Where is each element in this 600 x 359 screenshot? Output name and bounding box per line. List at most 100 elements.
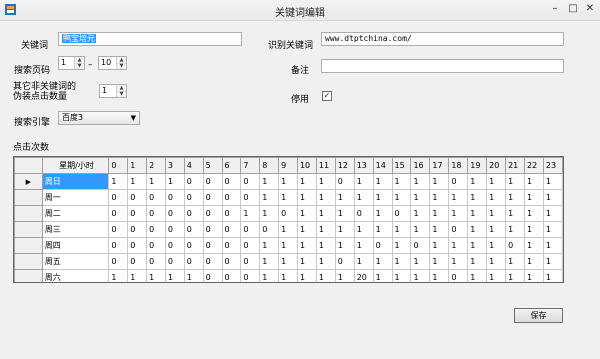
click-count-cell[interactable]: 1 — [353, 189, 374, 206]
click-count-cell[interactable]: 1 — [259, 205, 280, 222]
page-from-stepper[interactable]: 1 ▲ ▼ — [58, 56, 85, 70]
click-count-cell[interactable]: 1 — [278, 221, 298, 238]
click-count-cell[interactable]: 1 — [391, 221, 412, 238]
click-count-cell[interactable]: 1 — [467, 237, 488, 254]
click-count-cell[interactable]: 1 — [410, 189, 431, 206]
click-count-cell[interactable]: 1 — [524, 173, 544, 190]
click-count-cell[interactable]: 1 — [334, 189, 355, 206]
column-header-hour[interactable]: 14 — [372, 157, 393, 174]
column-header-hour[interactable]: 0 — [108, 157, 129, 174]
click-count-cell[interactable]: 1 — [278, 269, 298, 282]
click-count-cell[interactable]: 1 — [486, 173, 507, 190]
click-count-cell[interactable]: 0 — [202, 269, 223, 282]
click-count-cell[interactable]: 0 — [146, 237, 166, 254]
column-header-hour[interactable]: 12 — [334, 157, 355, 174]
click-count-cell[interactable]: 1 — [259, 253, 280, 270]
column-header-hour[interactable]: 11 — [315, 157, 336, 174]
click-count-cell[interactable]: 1 — [542, 253, 563, 270]
close-icon[interactable]: ✕ — [582, 2, 598, 16]
click-count-cell[interactable]: 1 — [296, 221, 317, 238]
click-count-cell[interactable]: 1 — [448, 189, 469, 206]
column-header-hour[interactable]: 23 — [542, 157, 563, 174]
click-count-cell[interactable]: 1 — [486, 237, 507, 254]
click-count-cell[interactable]: 1 — [429, 253, 450, 270]
click-count-cell[interactable]: 1 — [542, 173, 563, 190]
click-count-cell[interactable]: 0 — [183, 221, 204, 238]
click-count-cell[interactable]: 1 — [353, 221, 374, 238]
click-count-cell[interactable]: 0 — [146, 189, 166, 206]
click-count-cell[interactable]: 0 — [240, 253, 261, 270]
click-count-cell[interactable]: 1 — [372, 269, 393, 282]
minimize-icon[interactable]: – — [547, 2, 563, 16]
click-count-cell[interactable]: 1 — [391, 269, 412, 282]
click-count-cell[interactable]: 1 — [183, 269, 204, 282]
click-count-cell[interactable]: 1 — [410, 253, 431, 270]
click-count-cell[interactable]: 0 — [240, 269, 261, 282]
click-count-cell[interactable]: 0 — [505, 237, 525, 254]
column-header-hour[interactable]: 10 — [296, 157, 317, 174]
row-header[interactable] — [14, 253, 43, 270]
click-count-cell[interactable]: 0 — [202, 253, 223, 270]
click-count-cell[interactable]: 0 — [202, 237, 223, 254]
click-count-cell[interactable]: 0 — [353, 205, 374, 222]
click-count-cell[interactable]: 1 — [391, 189, 412, 206]
click-count-cell[interactable]: 1 — [353, 237, 374, 254]
click-count-cell[interactable]: 1 — [315, 205, 336, 222]
click-count-cell[interactable]: 1 — [524, 269, 544, 282]
click-count-cell[interactable]: 0 — [334, 173, 355, 190]
click-count-cell[interactable]: 1 — [486, 253, 507, 270]
click-count-cell[interactable]: 0 — [202, 221, 223, 238]
click-count-cell[interactable]: 1 — [467, 173, 488, 190]
click-count-cell[interactable]: 0 — [108, 237, 129, 254]
day-cell[interactable]: 周日 — [41, 173, 110, 190]
click-count-cell[interactable]: 1 — [524, 189, 544, 206]
click-count-cell[interactable]: 1 — [505, 205, 525, 222]
spin-down-icon[interactable]: ▼ — [117, 91, 126, 97]
column-header-hour[interactable]: 7 — [240, 157, 261, 174]
column-header-hour[interactable]: 22 — [524, 157, 544, 174]
day-cell[interactable]: 周六 — [41, 269, 110, 282]
click-count-cell[interactable]: 0 — [240, 189, 261, 206]
click-count-cell[interactable]: 1 — [127, 269, 148, 282]
click-count-cell[interactable]: 0 — [391, 205, 412, 222]
click-count-cell[interactable]: 0 — [127, 253, 148, 270]
click-count-cell[interactable]: 1 — [315, 173, 336, 190]
click-count-cell[interactable]: 1 — [334, 237, 355, 254]
click-count-cell[interactable]: 1 — [524, 205, 544, 222]
click-count-cell[interactable]: 0 — [240, 173, 261, 190]
day-cell[interactable]: 周五 — [41, 253, 110, 270]
click-count-cell[interactable]: 1 — [296, 253, 317, 270]
column-header-hour[interactable]: 18 — [448, 157, 469, 174]
click-count-cell[interactable]: 1 — [524, 253, 544, 270]
click-count-cell[interactable]: 1 — [372, 189, 393, 206]
click-count-cell[interactable]: 1 — [391, 237, 412, 254]
click-count-cell[interactable]: 1 — [315, 269, 336, 282]
click-count-cell[interactable]: 0 — [372, 237, 393, 254]
click-count-cell[interactable]: 0 — [108, 221, 129, 238]
day-cell[interactable]: 周四 — [41, 237, 110, 254]
click-count-cell[interactable]: 1 — [429, 205, 450, 222]
column-header-hour[interactable]: 4 — [183, 157, 204, 174]
click-count-cell[interactable]: 1 — [146, 269, 166, 282]
click-count-cell[interactable]: 1 — [127, 173, 148, 190]
day-cell[interactable]: 周一 — [41, 189, 110, 206]
column-header-hour[interactable]: 8 — [259, 157, 280, 174]
click-count-cell[interactable]: 1 — [505, 189, 525, 206]
column-header-hour[interactable]: 13 — [353, 157, 374, 174]
click-count-cell[interactable]: 1 — [505, 221, 525, 238]
click-count-cell[interactable]: 1 — [164, 269, 185, 282]
click-count-cell[interactable]: 1 — [296, 269, 317, 282]
table-row[interactable]: ▶ 周日 1 1 1 1 0 0 0 0 1 1 1 1 0 1 1 1 1 1 0 1 1 1 1 1 — [14, 173, 563, 190]
click-count-cell[interactable]: 1 — [334, 269, 355, 282]
click-count-cell[interactable]: 1 — [467, 253, 488, 270]
click-count-cell[interactable]: 1 — [372, 205, 393, 222]
click-count-cell[interactable]: 1 — [410, 173, 431, 190]
click-count-cell[interactable]: 0 — [164, 205, 185, 222]
click-count-cell[interactable]: 1 — [542, 221, 563, 238]
click-count-cell[interactable]: 0 — [448, 269, 469, 282]
table-row[interactable]: 周四 0 0 0 0 0 0 0 0 1 1 1 1 1 1 0 1 0 1 1 1 1 0 1 1 — [14, 237, 563, 254]
click-count-cell[interactable]: 1 — [429, 173, 450, 190]
save-button[interactable]: 保存 — [514, 308, 563, 323]
click-count-cell[interactable]: 1 — [315, 237, 336, 254]
click-count-cell[interactable]: 1 — [486, 205, 507, 222]
